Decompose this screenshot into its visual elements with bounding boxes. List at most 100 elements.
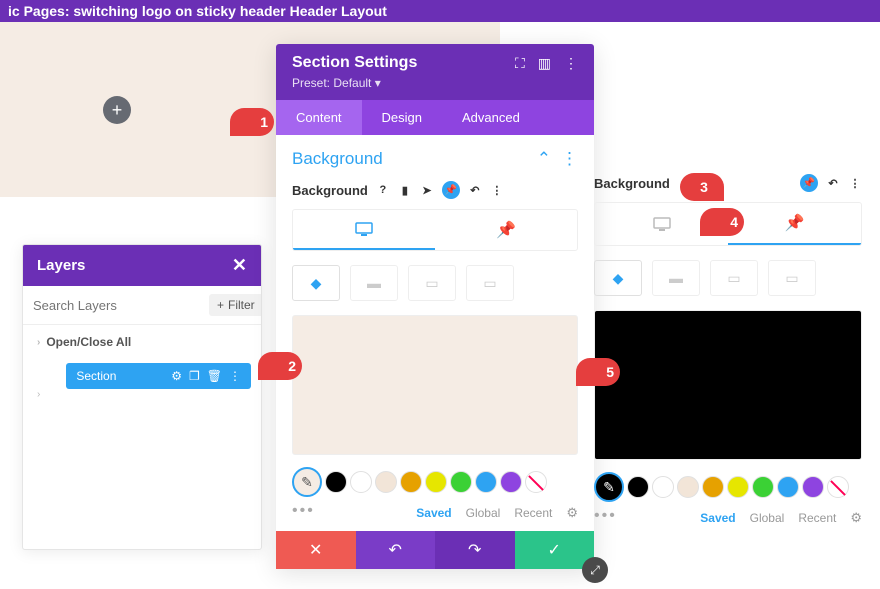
sticky-state-tab[interactable]: 📌 — [728, 203, 861, 245]
palette-color[interactable] — [350, 471, 372, 493]
resize-handle[interactable]: ⤢ — [582, 557, 608, 583]
filter-button[interactable]: + Filter — [209, 294, 262, 316]
palette-color[interactable] — [752, 476, 774, 498]
palette-color[interactable] — [702, 476, 724, 498]
bg-image-tab[interactable]: ▭ — [710, 260, 758, 296]
help-icon[interactable]: ? — [376, 183, 390, 197]
confirm-button[interactable]: ✓ — [515, 531, 595, 569]
eyedropper-icon: ✎ — [603, 479, 615, 496]
layer-item-label: Section — [76, 369, 116, 383]
redo-button[interactable]: ↷ — [435, 531, 515, 569]
palette-color[interactable] — [500, 471, 522, 493]
bg-color-tab[interactable]: ◆ — [292, 265, 340, 301]
bg-gradient-tab[interactable]: ▬ — [350, 265, 398, 301]
kebab-icon[interactable]: ⋮ — [848, 176, 862, 190]
chevron-up-icon[interactable]: ⌃ — [537, 149, 551, 169]
preset-selector[interactable]: Preset: Default ▾ — [292, 76, 578, 90]
palette-color[interactable] — [425, 471, 447, 493]
palette-recent[interactable]: Recent — [514, 506, 552, 520]
palette-saved[interactable]: Saved — [416, 506, 451, 520]
layer-item-section[interactable]: Section ⚙ ❐ 🗑 ⋮ — [66, 363, 251, 389]
background-type-tabs: ◆ ▬ ▭ ▭ — [292, 265, 578, 301]
desktop-state-tab[interactable] — [293, 210, 435, 250]
color-palette: ✎ — [594, 472, 862, 502]
palette-sources: Saved Global Recent ⚙ — [416, 505, 578, 521]
tab-content[interactable]: Content — [276, 100, 362, 135]
plus-icon: + — [112, 100, 123, 121]
section-settings-panel: Section Settings ⛶ ▥ ⋮ Preset: Default ▾… — [276, 44, 594, 569]
palette-color[interactable] — [375, 471, 397, 493]
palette-color[interactable] — [677, 476, 699, 498]
undo-button[interactable]: ↶ — [356, 531, 436, 569]
palette-saved[interactable]: Saved — [700, 511, 735, 525]
palette-more[interactable]: ••• — [594, 507, 617, 525]
bg-video-tab[interactable]: ▭ — [466, 265, 514, 301]
palette-color[interactable] — [777, 476, 799, 498]
callout-4: 4 — [700, 208, 744, 236]
tab-advanced[interactable]: Advanced — [442, 100, 540, 135]
paint-icon: ◆ — [613, 270, 624, 287]
cancel-button[interactable]: ✕ — [276, 531, 356, 569]
kebab-icon[interactable]: ⋮ — [490, 183, 504, 197]
palette-selected[interactable]: ✎ — [594, 472, 624, 502]
columns-icon[interactable]: ▥ — [538, 55, 551, 72]
palette-color[interactable] — [727, 476, 749, 498]
layers-panel: Layers ✕ + Filter › Open/Close All › Sec… — [22, 244, 262, 550]
background-label-row: Background ? ▮ ➤ 📌 ↶ ⋮ — [292, 181, 578, 199]
background-color-swatch[interactable] — [594, 310, 862, 460]
palette-color[interactable] — [652, 476, 674, 498]
pin-icon: 📌 — [496, 220, 516, 240]
gradient-icon: ▬ — [669, 270, 683, 286]
pin-icon: 📌 — [785, 213, 805, 233]
bg-image-tab[interactable]: ▭ — [408, 265, 456, 301]
palette-color[interactable] — [802, 476, 824, 498]
bg-video-tab[interactable]: ▭ — [768, 260, 816, 296]
kebab-icon[interactable]: ⋮ — [564, 55, 578, 72]
trash-icon[interactable]: 🗑 — [207, 369, 222, 383]
gradient-icon: ▬ — [367, 275, 381, 291]
chevron-right-icon: › — [37, 337, 40, 348]
pin-active-icon[interactable]: 📌 — [442, 181, 460, 199]
close-icon[interactable]: ✕ — [232, 255, 247, 276]
phone-icon[interactable]: ▮ — [398, 183, 412, 197]
chevron-right-icon[interactable]: › — [37, 389, 40, 400]
palette-none[interactable] — [827, 476, 849, 498]
palette-more[interactable]: ••• — [292, 502, 315, 520]
eyedropper-icon: ✎ — [301, 474, 313, 491]
layer-item-actions: ⚙ ❐ 🗑 ⋮ — [171, 369, 241, 383]
search-layers-input[interactable] — [33, 298, 209, 313]
sticky-state-tab[interactable]: 📌 — [435, 210, 577, 250]
settings-tabs: Content Design Advanced — [276, 100, 594, 135]
gear-icon[interactable]: ⚙ — [171, 369, 182, 383]
kebab-icon[interactable]: ⋮ — [229, 369, 241, 383]
palette-color[interactable] — [450, 471, 472, 493]
palette-color[interactable] — [475, 471, 497, 493]
palette-recent[interactable]: Recent — [798, 511, 836, 525]
expand-icon[interactable]: ⛶ — [515, 55, 525, 72]
background-section-heading[interactable]: Background ⌃ ⋮ — [292, 149, 578, 169]
settings-title: Section Settings — [292, 54, 417, 72]
monitor-icon — [653, 217, 671, 231]
open-close-all[interactable]: › Open/Close All — [23, 325, 261, 359]
bg-color-tab[interactable]: ◆ — [594, 260, 642, 296]
bg-gradient-tab[interactable]: ▬ — [652, 260, 700, 296]
palette-color[interactable] — [400, 471, 422, 493]
palette-color[interactable] — [325, 471, 347, 493]
background-color-swatch[interactable] — [292, 315, 578, 455]
undo-icon[interactable]: ↶ — [468, 183, 482, 197]
add-section-button[interactable]: + — [103, 96, 131, 124]
palette-none[interactable] — [525, 471, 547, 493]
palette-selected[interactable]: ✎ — [292, 467, 322, 497]
undo-icon[interactable]: ↶ — [826, 176, 840, 190]
tab-design[interactable]: Design — [362, 100, 442, 135]
pin-active-icon[interactable]: 📌 — [800, 174, 818, 192]
palette-global[interactable]: Global — [466, 506, 501, 520]
cursor-icon[interactable]: ➤ — [420, 183, 434, 197]
palette-color[interactable] — [627, 476, 649, 498]
kebab-icon[interactable]: ⋮ — [561, 149, 578, 169]
palette-global[interactable]: Global — [750, 511, 785, 525]
gear-icon[interactable]: ⚙ — [850, 510, 862, 526]
duplicate-icon[interactable]: ❐ — [189, 369, 200, 383]
gear-icon[interactable]: ⚙ — [566, 505, 578, 521]
page-top-bar: ic Pages: switching logo on sticky heade… — [0, 0, 880, 22]
